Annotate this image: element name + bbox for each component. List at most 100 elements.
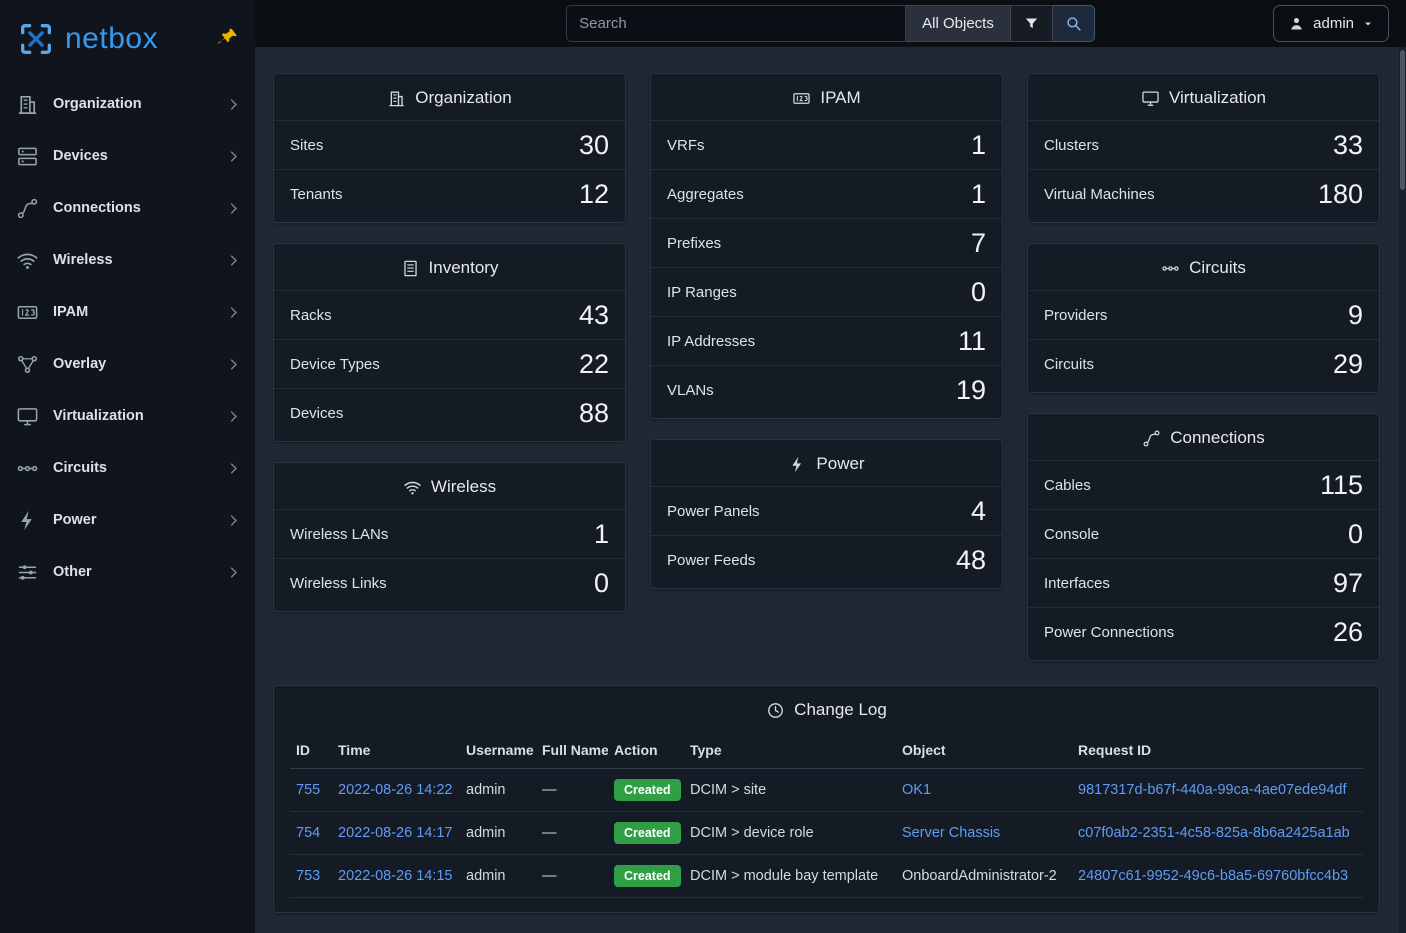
organization-card: Organization Sites 30 Tenants 12 [273, 73, 626, 223]
chevron-right-icon [226, 97, 241, 112]
changelog-username: admin [460, 812, 536, 855]
counter-icon [792, 89, 811, 108]
stat-value: 12 [579, 179, 609, 210]
sidebar-item-power[interactable]: Power [0, 494, 255, 546]
changelog-full-name: — [536, 769, 608, 812]
changelog-object-link[interactable]: OK1 [902, 782, 931, 798]
col-header-request-id: Request ID [1072, 734, 1363, 769]
changelog-time-link[interactable]: 2022-08-26 14:17 [338, 825, 453, 841]
sidebar-item-overlay[interactable]: Overlay [0, 338, 255, 390]
stat-row-providers[interactable]: Providers 9 [1028, 290, 1379, 339]
stat-row-circuits[interactable]: Circuits 29 [1028, 339, 1379, 388]
sidebar-pin-icon[interactable] [216, 25, 241, 50]
sidebar-header: netbox [0, 0, 255, 78]
global-search: All Objects [566, 5, 1095, 42]
sidebar-item-label: IPAM [53, 304, 212, 320]
sidebar-nav: Organization Devices Connections Wireles… [0, 78, 255, 598]
stat-row-tenants[interactable]: Tenants 12 [274, 169, 625, 218]
sidebar-item-organization[interactable]: Organization [0, 78, 255, 130]
stat-label: Device Types [290, 356, 380, 373]
sidebar-item-circuits[interactable]: Circuits [0, 442, 255, 494]
changelog-request-id-link[interactable]: 24807c61-9952-49c6-b8a5-69760bfcc4b3 [1078, 868, 1348, 884]
scrollbar-track[interactable] [1399, 47, 1406, 933]
connections-card: Connections Cables 115 Console 0 Interfa… [1027, 413, 1380, 661]
search-input[interactable] [566, 5, 906, 42]
stat-row-wireless-lans[interactable]: Wireless LANs 1 [274, 509, 625, 558]
changelog-request-id-link[interactable]: 9817317d-b67f-440a-99ca-4ae07ede94df [1078, 782, 1346, 798]
card-header: Circuits [1028, 244, 1379, 290]
inventory-card: Inventory Racks 43 Device Types 22 Devic… [273, 243, 626, 442]
changelog-object-link[interactable]: Server Chassis [902, 825, 1000, 841]
chevron-right-icon [226, 357, 241, 372]
changelog-type: DCIM > module bay template [684, 855, 896, 898]
card-title: Connections [1170, 428, 1265, 448]
stat-row-cables[interactable]: Cables 115 [1028, 460, 1379, 509]
sidebar-item-label: Connections [53, 200, 212, 216]
action-badge: Created [614, 865, 681, 887]
stat-value: 11 [958, 326, 986, 357]
card-header: Connections [1028, 414, 1379, 460]
stat-value: 115 [1320, 470, 1363, 501]
sidebar-item-connections[interactable]: Connections [0, 182, 255, 234]
stat-row-ip-addresses[interactable]: IP Addresses 11 [651, 316, 1002, 365]
stat-label: Wireless LANs [290, 526, 388, 543]
netbox-logo[interactable]: netbox [16, 19, 158, 59]
changelog-time-link[interactable]: 2022-08-26 14:15 [338, 868, 453, 884]
stat-row-clusters[interactable]: Clusters 33 [1028, 120, 1379, 169]
sidebar-item-label: Wireless [53, 252, 212, 268]
circuits-card: Circuits Providers 9 Circuits 29 [1027, 243, 1380, 393]
user-menu-button[interactable]: admin [1273, 5, 1389, 42]
server-icon [16, 145, 39, 168]
stat-label: Console [1044, 526, 1099, 543]
card-title: Organization [415, 88, 511, 108]
pin-icon [216, 25, 241, 50]
stat-row-vrfs[interactable]: VRFs 1 [651, 120, 1002, 169]
sidebar-item-ipam[interactable]: IPAM [0, 286, 255, 338]
scrollbar-thumb[interactable] [1400, 50, 1405, 190]
object-type-dropdown[interactable]: All Objects [906, 5, 1011, 42]
sidebar-item-devices[interactable]: Devices [0, 130, 255, 182]
sidebar-item-virtualization[interactable]: Virtualization [0, 390, 255, 442]
stat-value: 26 [1333, 617, 1363, 648]
chevron-right-icon [226, 565, 241, 580]
stat-value: 0 [971, 277, 986, 308]
stat-row-devices[interactable]: Devices 88 [274, 388, 625, 437]
stat-row-power-panels[interactable]: Power Panels 4 [651, 486, 1002, 535]
stat-row-ip-ranges[interactable]: IP Ranges 0 [651, 267, 1002, 316]
stat-value: 1 [971, 179, 986, 210]
changelog-id-link[interactable]: 755 [296, 782, 320, 798]
stat-row-console[interactable]: Console 0 [1028, 509, 1379, 558]
stat-row-power-feeds[interactable]: Power Feeds 48 [651, 535, 1002, 584]
stat-row-vlans[interactable]: VLANs 19 [651, 365, 1002, 414]
col-header-username: Username [460, 734, 536, 769]
filter-icon [1023, 15, 1040, 32]
changelog-full-name: — [536, 855, 608, 898]
stat-value: 0 [1348, 519, 1363, 550]
stat-value: 1 [971, 130, 986, 161]
search-submit-button[interactable] [1053, 5, 1095, 42]
stat-row-sites[interactable]: Sites 30 [274, 120, 625, 169]
sidebar-item-other[interactable]: Other [0, 546, 255, 598]
stat-value: 29 [1333, 349, 1363, 380]
stat-value: 7 [971, 228, 986, 259]
changelog-time-link[interactable]: 2022-08-26 14:22 [338, 782, 453, 798]
stat-value: 9 [1348, 300, 1363, 331]
stat-row-wireless-links[interactable]: Wireless Links 0 [274, 558, 625, 607]
stat-row-aggregates[interactable]: Aggregates 1 [651, 169, 1002, 218]
card-header: Virtualization [1028, 74, 1379, 120]
stat-row-device-types[interactable]: Device Types 22 [274, 339, 625, 388]
stat-value: 30 [579, 130, 609, 161]
card-title: Wireless [431, 477, 496, 497]
stat-row-power-connections[interactable]: Power Connections 26 [1028, 607, 1379, 656]
changelog-id-link[interactable]: 753 [296, 868, 320, 884]
stat-row-prefixes[interactable]: Prefixes 7 [651, 218, 1002, 267]
stat-row-interfaces[interactable]: Interfaces 97 [1028, 558, 1379, 607]
changelog-request-id-link[interactable]: c07f0ab2-2351-4c58-825a-8b6a2425a1ab [1078, 825, 1350, 841]
sidebar-item-wireless[interactable]: Wireless [0, 234, 255, 286]
filter-button[interactable] [1011, 5, 1053, 42]
changelog-id-link[interactable]: 754 [296, 825, 320, 841]
stat-row-racks[interactable]: Racks 43 [274, 290, 625, 339]
stat-row-virtual-machines[interactable]: Virtual Machines 180 [1028, 169, 1379, 218]
stat-value: 180 [1318, 179, 1363, 210]
brand-text: netbox [65, 22, 158, 56]
